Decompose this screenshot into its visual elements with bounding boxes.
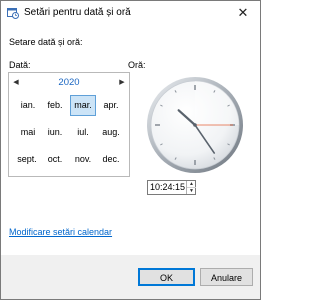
month-sept[interactable]: sept.: [12, 149, 42, 170]
analog-clock: [147, 77, 243, 173]
month-iun[interactable]: iun.: [42, 122, 68, 143]
month-nov[interactable]: nov.: [70, 149, 96, 170]
cancel-button[interactable]: Anulare: [200, 268, 253, 286]
time-decrement-button[interactable]: ▼: [187, 188, 196, 194]
ok-button[interactable]: OK: [138, 268, 195, 286]
month-aug[interactable]: aug.: [98, 122, 124, 143]
month-mar-selected[interactable]: mar.: [70, 95, 96, 116]
clock-center-pin: [193, 123, 197, 127]
close-icon: ✕: [237, 5, 249, 20]
time-value[interactable]: 10:24:15: [150, 182, 185, 192]
month-apr[interactable]: apr.: [98, 95, 124, 116]
clock-glare: [195, 81, 239, 125]
chevron-right-icon: ▶: [119, 79, 125, 86]
window-title: Setări pentru dată și oră: [24, 7, 131, 18]
arrow-up-icon: ▲: [189, 181, 194, 187]
title-bar: Setări pentru dată și oră ✕: [1, 1, 260, 25]
page-heading: Setare dată și oră:: [9, 37, 83, 47]
previous-year-button[interactable]: ◀: [11, 77, 21, 89]
change-calendar-settings-link[interactable]: Modificare setări calendar: [9, 227, 112, 237]
month-calendar[interactable]: ◀ 2020 ▶ ian. feb. mar. apr. mai iun. iu…: [8, 72, 130, 177]
month-oct[interactable]: oct.: [42, 149, 68, 170]
time-field[interactable]: 10:24:15 ▲ ▼: [147, 180, 196, 195]
time-spinner: ▲ ▼: [186, 181, 196, 194]
chevron-left-icon: ◀: [13, 79, 19, 86]
month-iul[interactable]: iul.: [70, 122, 96, 143]
month-ian[interactable]: ian.: [15, 95, 41, 116]
month-feb[interactable]: feb.: [42, 95, 68, 116]
time-label: Oră:: [128, 60, 146, 70]
next-year-button[interactable]: ▶: [117, 77, 127, 89]
calendar-clock-icon: [7, 8, 19, 19]
time-increment-button[interactable]: ▲: [187, 181, 196, 188]
month-dec[interactable]: dec.: [98, 149, 124, 170]
month-mai[interactable]: mai: [15, 122, 41, 143]
calendar-year-header[interactable]: 2020: [39, 77, 99, 88]
arrow-down-icon: ▼: [189, 188, 194, 194]
close-button[interactable]: ✕: [226, 1, 260, 25]
date-label: Dată:: [9, 60, 31, 70]
